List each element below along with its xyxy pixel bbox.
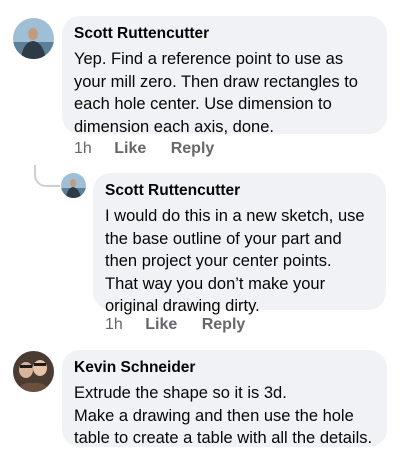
like-button[interactable]: Like bbox=[114, 140, 146, 158]
comment-actions: 1h Like Reply bbox=[105, 316, 245, 334]
comment-actions: 1h Like Reply bbox=[74, 140, 214, 158]
comment-timestamp[interactable]: 1h bbox=[74, 140, 92, 158]
profile-photo bbox=[13, 18, 54, 59]
comment-author[interactable]: Scott Ruttencutter bbox=[74, 24, 375, 44]
like-button[interactable]: Like bbox=[145, 316, 177, 334]
comment-text: Yep. Find a reference point to use as yo… bbox=[74, 50, 358, 136]
reply-thread-line bbox=[34, 165, 60, 187]
avatar[interactable] bbox=[13, 351, 54, 392]
avatar[interactable] bbox=[61, 173, 86, 198]
comment-timestamp[interactable]: 1h bbox=[105, 316, 123, 334]
profile-photo bbox=[61, 173, 86, 198]
reply-button[interactable]: Reply bbox=[171, 140, 215, 158]
profile-photo bbox=[13, 351, 54, 392]
comment-author[interactable]: Scott Ruttencutter bbox=[105, 181, 374, 201]
reply-button[interactable]: Reply bbox=[202, 316, 246, 334]
comment-text: Extrude the shape so it is 3d. Make a dr… bbox=[74, 384, 373, 447]
comment-author[interactable]: Kevin Schneider bbox=[74, 358, 375, 378]
comment-bubble: Scott Ruttencutter I would do this in a … bbox=[93, 173, 386, 315]
comment-text: I would do this in a new sketch, use the… bbox=[105, 207, 365, 315]
comment-bubble: Kevin Schneider Extrude the shape so it … bbox=[62, 350, 387, 447]
avatar[interactable] bbox=[13, 18, 54, 59]
comment-bubble: Scott Ruttencutter Yep. Find a reference… bbox=[62, 16, 387, 136]
